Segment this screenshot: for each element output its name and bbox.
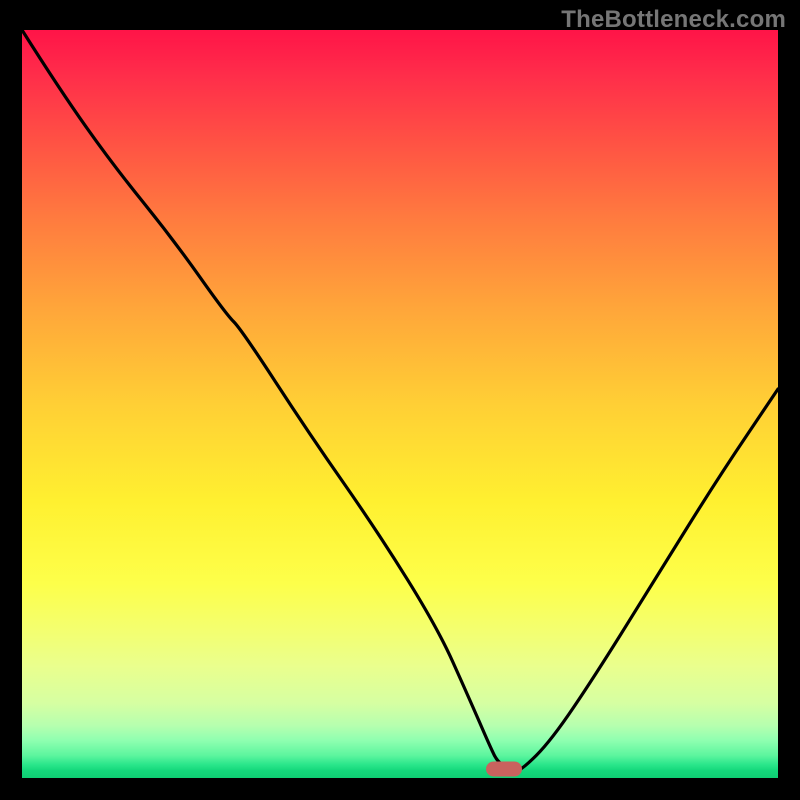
bottleneck-curve: [22, 30, 778, 778]
optimal-marker: [486, 762, 522, 777]
plot-area: [22, 30, 778, 778]
curve-line: [22, 30, 778, 771]
chart-frame: TheBottleneck.com: [0, 0, 800, 800]
